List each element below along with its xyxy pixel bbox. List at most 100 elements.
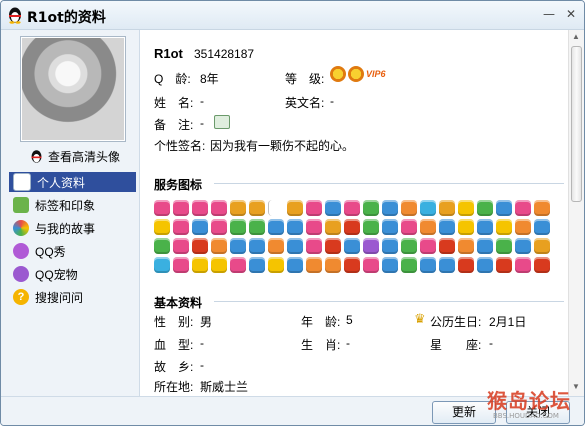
service-icon[interactable] xyxy=(496,257,512,273)
service-icon[interactable] xyxy=(268,219,284,235)
service-icon[interactable] xyxy=(154,219,170,235)
scroll-up-arrow-icon[interactable]: ▲ xyxy=(572,32,580,41)
service-icon[interactable] xyxy=(363,238,379,254)
service-icon[interactable] xyxy=(154,200,170,216)
service-icon[interactable] xyxy=(173,257,189,273)
service-icon[interactable] xyxy=(192,200,208,216)
service-icon[interactable] xyxy=(173,219,189,235)
service-icon[interactable] xyxy=(249,238,265,254)
service-icon[interactable] xyxy=(325,238,341,254)
service-icon[interactable] xyxy=(173,238,189,254)
service-icon[interactable] xyxy=(401,200,417,216)
scroll-down-arrow-icon[interactable]: ▼ xyxy=(572,382,580,391)
service-icon[interactable] xyxy=(382,238,398,254)
service-icon[interactable] xyxy=(382,257,398,273)
service-icon[interactable] xyxy=(515,219,531,235)
service-icon[interactable] xyxy=(192,219,208,235)
service-icon[interactable] xyxy=(344,257,360,273)
avatar[interactable] xyxy=(20,36,126,142)
service-icon[interactable] xyxy=(211,219,227,235)
sidebar-item-qq-show[interactable]: QQ秀 xyxy=(9,241,136,261)
service-icon[interactable] xyxy=(306,200,322,216)
service-icon[interactable] xyxy=(230,238,246,254)
sidebar-item-story[interactable]: 与我的故事 xyxy=(9,218,136,238)
service-icon[interactable] xyxy=(515,238,531,254)
service-icon[interactable] xyxy=(477,257,493,273)
service-icon[interactable] xyxy=(534,238,550,254)
sidebar-item-soso-wenwen[interactable]: ? 搜搜问问 xyxy=(9,287,136,307)
service-icon[interactable] xyxy=(154,238,170,254)
view-hd-avatar-link[interactable]: 查看高清头像 xyxy=(29,148,120,165)
service-icon[interactable] xyxy=(192,257,208,273)
service-icon[interactable] xyxy=(325,257,341,273)
service-icon[interactable] xyxy=(287,200,303,216)
service-icon[interactable] xyxy=(173,200,189,216)
service-icon[interactable] xyxy=(325,219,341,235)
service-icon[interactable] xyxy=(439,219,455,235)
service-icon[interactable] xyxy=(439,257,455,273)
service-icon[interactable] xyxy=(401,238,417,254)
service-icon[interactable] xyxy=(230,219,246,235)
service-icon[interactable] xyxy=(515,257,531,273)
service-icon[interactable] xyxy=(496,219,512,235)
service-icon[interactable] xyxy=(287,257,303,273)
service-icon[interactable] xyxy=(249,200,265,216)
service-icon[interactable] xyxy=(382,219,398,235)
service-icon[interactable] xyxy=(534,257,550,273)
level-badges[interactable]: VIP6 xyxy=(330,66,386,82)
title-bar[interactable]: R1ot的资料 — ✕ xyxy=(1,1,584,30)
service-icon[interactable] xyxy=(230,257,246,273)
close-window-button[interactable]: ✕ xyxy=(563,7,579,21)
edit-remark-icon[interactable] xyxy=(214,115,230,129)
service-icon[interactable] xyxy=(458,257,474,273)
service-icon[interactable] xyxy=(325,200,341,216)
service-icon[interactable] xyxy=(211,200,227,216)
service-icon[interactable] xyxy=(458,219,474,235)
service-icon[interactable] xyxy=(420,238,436,254)
service-icon[interactable] xyxy=(496,200,512,216)
service-icon[interactable] xyxy=(268,257,284,273)
service-icon[interactable] xyxy=(268,200,285,216)
scrollbar-thumb[interactable] xyxy=(571,46,582,202)
service-icon[interactable] xyxy=(515,200,531,216)
service-icon[interactable] xyxy=(230,200,246,216)
service-icon[interactable] xyxy=(306,257,322,273)
service-icon[interactable] xyxy=(249,219,265,235)
service-icon[interactable] xyxy=(249,257,265,273)
minimize-button[interactable]: — xyxy=(541,7,557,21)
service-icon[interactable] xyxy=(211,257,227,273)
service-icon[interactable] xyxy=(477,200,493,216)
service-icon[interactable] xyxy=(458,238,474,254)
service-icon[interactable] xyxy=(401,257,417,273)
service-icon[interactable] xyxy=(420,219,436,235)
service-icon[interactable] xyxy=(363,200,379,216)
service-icon[interactable] xyxy=(287,238,303,254)
service-icon[interactable] xyxy=(382,200,398,216)
service-icon[interactable] xyxy=(154,257,170,273)
service-icon[interactable] xyxy=(401,219,417,235)
service-icon[interactable] xyxy=(192,238,208,254)
service-icon[interactable] xyxy=(306,238,322,254)
service-icon[interactable] xyxy=(458,200,474,216)
service-icon[interactable] xyxy=(534,219,550,235)
service-icon[interactable] xyxy=(477,219,493,235)
service-icon[interactable] xyxy=(363,219,379,235)
service-icon[interactable] xyxy=(534,200,550,216)
service-icon[interactable] xyxy=(306,219,322,235)
service-icon[interactable] xyxy=(420,200,436,216)
service-icon[interactable] xyxy=(439,238,455,254)
service-icon[interactable] xyxy=(344,200,360,216)
service-icon[interactable] xyxy=(211,238,227,254)
service-icon[interactable] xyxy=(344,238,360,254)
service-icon[interactable] xyxy=(496,238,512,254)
service-icon[interactable] xyxy=(268,238,284,254)
sidebar-item-profile[interactable]: 个人资料 xyxy=(9,172,136,192)
service-icon[interactable] xyxy=(439,200,455,216)
service-icon[interactable] xyxy=(344,219,360,235)
sidebar-item-tags[interactable]: 标签和印象 xyxy=(9,195,136,215)
service-icon[interactable] xyxy=(477,238,493,254)
service-icon[interactable] xyxy=(420,257,436,273)
service-icon[interactable] xyxy=(363,257,379,273)
sidebar-item-qq-pet[interactable]: QQ宠物 xyxy=(9,264,136,284)
service-icon[interactable] xyxy=(287,219,303,235)
